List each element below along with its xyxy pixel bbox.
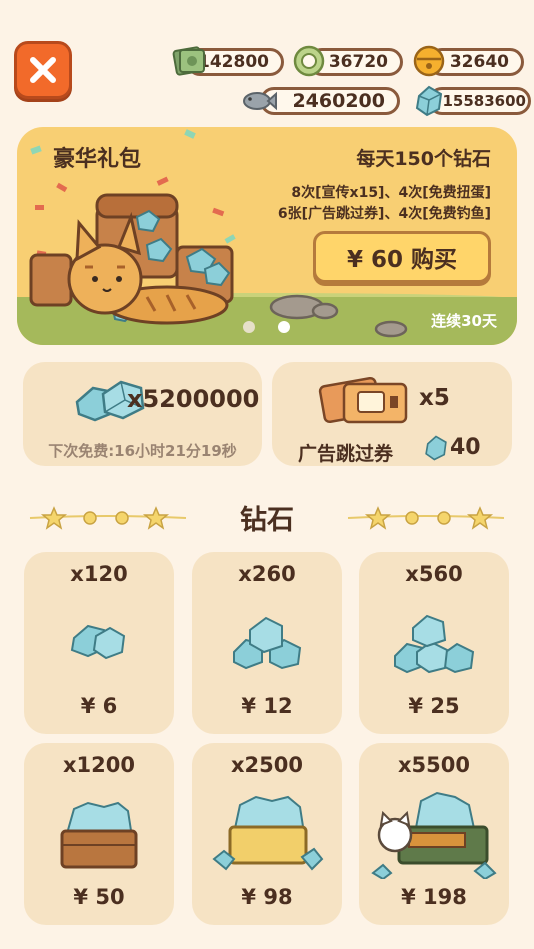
pack-quantity: x5500	[398, 753, 470, 777]
fish-counter: 2460200	[260, 87, 400, 115]
free-timer: 下次免费:16小时21分19秒	[48, 442, 237, 460]
banner-contents-line-2: 6张[广告跳过券]、4次[免费钓鱼]	[277, 206, 491, 222]
ticket-icon	[318, 376, 408, 424]
diamond-pack-3[interactable]: x560 ¥ 25	[359, 552, 509, 734]
banner-subtitle: 每天150个钻石	[356, 148, 491, 170]
diamond-pack-6[interactable]: x5500 ¥ 198	[359, 743, 509, 925]
diamond-cat-chest-icon	[371, 791, 497, 879]
banner-title: 豪华礼包	[53, 147, 142, 172]
close-button[interactable]	[14, 41, 72, 99]
ad-skip-count: x5	[419, 385, 450, 411]
diamond-crate-icon	[60, 801, 138, 869]
bell-icon	[413, 45, 445, 77]
free-diamond-card[interactable]: x5200000 下次免费:16小时21分19秒	[23, 362, 262, 466]
diamond-pack-2[interactable]: x260 ¥ 12	[192, 552, 342, 734]
ad-skip-card[interactable]: x5 广告跳过券 40	[272, 362, 512, 466]
diamond-pack-4[interactable]: x1200 ¥ 50	[24, 743, 174, 925]
pack-price: ¥ 25	[408, 694, 460, 718]
coin-value: 36720	[328, 52, 388, 72]
diamond-icon	[425, 435, 447, 461]
pack-quantity: x260	[238, 562, 296, 586]
coin-icon	[293, 45, 325, 77]
close-icon	[30, 57, 56, 83]
diamond-heap-icon	[394, 614, 475, 674]
diamond-small-icon	[70, 624, 126, 660]
pack-quantity: x2500	[231, 753, 303, 777]
page-dot-2[interactable]	[278, 321, 290, 333]
diamond-gold-crate-icon	[212, 795, 324, 871]
diamond-pile-icon	[233, 616, 302, 670]
diamond-pack-5[interactable]: x2500 ¥ 98	[192, 743, 342, 925]
ad-skip-label: 广告跳过券	[298, 443, 394, 465]
pack-quantity: x1200	[63, 753, 135, 777]
streak-label: 连续30天	[431, 312, 497, 330]
pack-price: ¥ 6	[80, 694, 118, 718]
cash-icon	[172, 46, 205, 76]
free-diamond-amount: x5200000	[127, 385, 260, 413]
buy-pack-button[interactable]: ¥ 60 购买	[313, 231, 491, 283]
fish-value: 2460200	[292, 90, 385, 112]
diamond-icon	[415, 85, 443, 117]
pack-price: ¥ 198	[401, 885, 467, 909]
cat-treasure-illustration	[29, 193, 234, 325]
bell-value: 32640	[449, 52, 509, 72]
pack-price: ¥ 50	[73, 885, 125, 909]
banner-contents-line-1: 8次[宣传x15]、4次[免费扭蛋]	[291, 185, 491, 201]
star-divider-right	[347, 506, 505, 530]
pack-price: ¥ 98	[241, 885, 293, 909]
fish-icon	[243, 91, 277, 111]
deluxe-pack-banner[interactable]: 豪华礼包 每天150个钻石 8次[宣传x15]、4次[免费扭蛋] 6张[广告跳过…	[17, 127, 517, 345]
page-dot-1[interactable]	[243, 321, 255, 333]
diamond-pack-1[interactable]: x120 ¥ 6	[24, 552, 174, 734]
pack-quantity: x120	[70, 562, 128, 586]
pack-price: ¥ 12	[241, 694, 293, 718]
cash-value: 142800	[198, 52, 269, 72]
diamond-value: 15583600	[442, 92, 527, 110]
pack-quantity: x560	[405, 562, 463, 586]
ad-skip-price: 40	[450, 435, 481, 460]
